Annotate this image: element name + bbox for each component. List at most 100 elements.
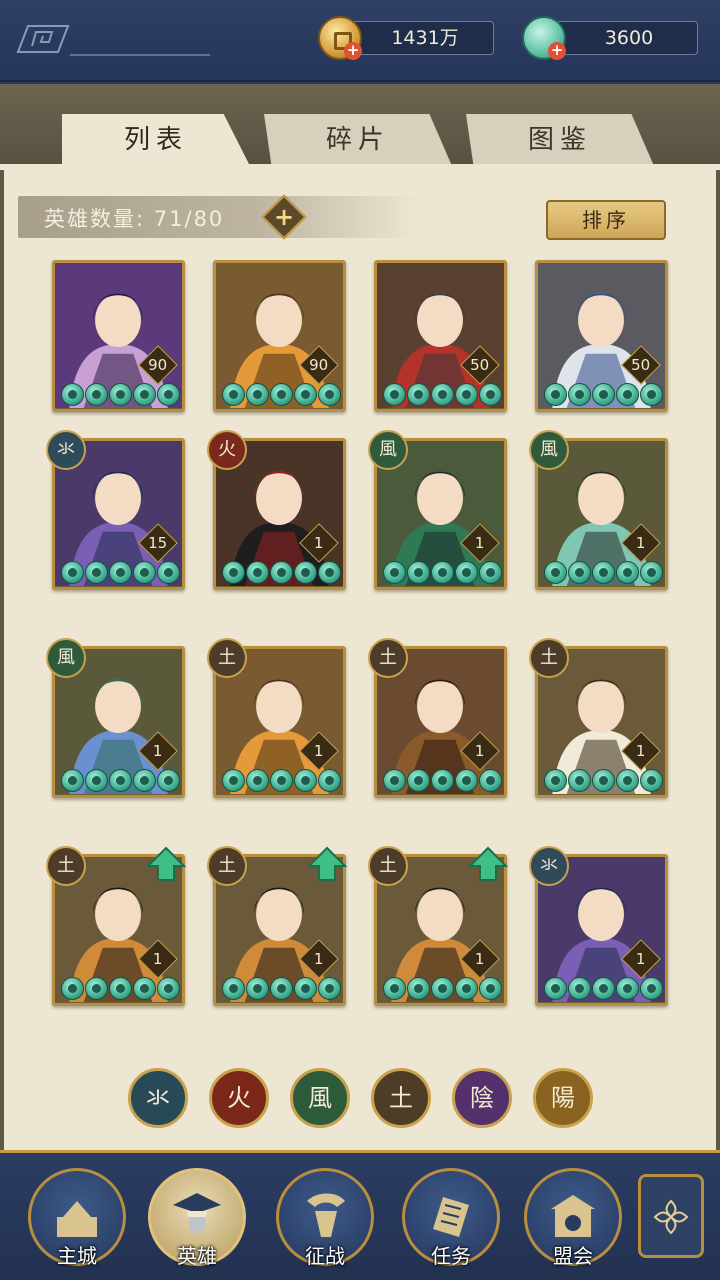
star-icon	[640, 769, 663, 792]
star-icon	[85, 769, 108, 792]
element-badge: 土	[207, 846, 247, 886]
sort-button[interactable]: 排序	[546, 200, 666, 240]
star-icon	[270, 769, 293, 792]
hero-level: 1	[474, 741, 485, 760]
star-icon	[246, 383, 269, 406]
hero-level: 90	[309, 355, 329, 374]
star-icon	[270, 561, 293, 584]
menu-ornament-icon	[16, 25, 70, 53]
element-filter-button[interactable]: 火	[209, 1068, 269, 1128]
add-coin-icon[interactable]: +	[344, 42, 362, 60]
star-icon	[157, 977, 180, 1000]
element-badge: 土	[368, 638, 408, 678]
star-icon	[85, 977, 108, 1000]
star-icon	[568, 561, 591, 584]
star-icon	[222, 561, 245, 584]
star-icon	[544, 561, 567, 584]
add-jade-icon[interactable]: +	[548, 42, 566, 60]
tab-list[interactable]: 列表	[62, 114, 250, 166]
star-icon	[133, 383, 156, 406]
star-icon	[616, 977, 639, 1000]
star-icon	[109, 383, 132, 406]
hero-level: 1	[313, 533, 324, 552]
hero-star-row	[61, 383, 181, 407]
hero-level: 1	[313, 949, 324, 968]
star-icon	[431, 383, 454, 406]
element-filter-button[interactable]: 風	[290, 1068, 350, 1128]
hero-star-row	[222, 561, 342, 585]
copper-coin-counter[interactable]: + 1431万	[318, 16, 498, 60]
nav-label: 英雄	[177, 1244, 217, 1268]
star-icon	[544, 977, 567, 1000]
more-menu-button[interactable]	[638, 1174, 704, 1258]
hero-star-row	[61, 977, 181, 1001]
top-bar: + 1431万 + 3600	[0, 0, 720, 82]
star-icon	[544, 383, 567, 406]
element-filter-button[interactable]: 陰	[452, 1068, 512, 1128]
hero-count-value: 71/80	[153, 207, 225, 231]
upgrade-arrow-icon	[145, 846, 187, 882]
element-filter-button[interactable]: 氺	[128, 1068, 188, 1128]
hero-star-row	[544, 383, 664, 407]
star-icon	[640, 977, 663, 1000]
hero-card[interactable]: 50	[374, 260, 507, 412]
tab-fragments[interactable]: 碎片	[264, 114, 452, 166]
star-icon	[383, 977, 406, 1000]
star-icon	[222, 769, 245, 792]
star-icon	[318, 769, 341, 792]
star-icon	[568, 977, 591, 1000]
star-icon	[246, 561, 269, 584]
star-icon	[61, 769, 84, 792]
hero-star-row	[222, 383, 342, 407]
plus-icon: +	[273, 203, 295, 231]
jade-counter[interactable]: + 3600	[522, 16, 702, 60]
tab-underline	[0, 164, 720, 170]
star-icon	[407, 769, 430, 792]
hero-count-label: 英雄数量:	[44, 207, 146, 231]
star-icon	[592, 383, 615, 406]
star-icon	[479, 383, 502, 406]
quest-icon	[433, 1197, 469, 1237]
hero-icon	[173, 1193, 221, 1234]
hero-count: 英雄数量: 71/80	[44, 203, 224, 233]
element-filter-button[interactable]: 陽	[533, 1068, 593, 1128]
battle-icon	[307, 1193, 345, 1237]
star-icon	[431, 977, 454, 1000]
nav-label: 征战	[305, 1244, 345, 1268]
star-icon	[407, 383, 430, 406]
castle-icon	[57, 1201, 97, 1237]
star-icon	[383, 561, 406, 584]
star-icon	[157, 769, 180, 792]
element-filter-button[interactable]: 土	[371, 1068, 431, 1128]
divider	[70, 54, 210, 56]
star-icon	[592, 561, 615, 584]
star-icon	[61, 977, 84, 1000]
hero-star-row	[61, 561, 181, 585]
hero-star-row	[544, 769, 664, 793]
hero-level: 90	[148, 355, 168, 374]
element-badge: 氺	[46, 430, 86, 470]
element-badge: 風	[368, 430, 408, 470]
element-badge: 火	[207, 430, 247, 470]
element-badge: 土	[207, 638, 247, 678]
star-icon	[407, 977, 430, 1000]
nav-label: 任务	[431, 1244, 471, 1268]
flower-menu-icon	[653, 1199, 689, 1235]
star-icon	[479, 561, 502, 584]
element-badge: 土	[529, 638, 569, 678]
hero-card[interactable]: 50	[535, 260, 668, 412]
star-icon	[318, 561, 341, 584]
tab-codex[interactable]: 图鉴	[466, 114, 654, 166]
hero-card[interactable]: 90	[213, 260, 346, 412]
hero-level: 50	[470, 355, 490, 374]
star-icon	[222, 383, 245, 406]
hero-star-row	[383, 977, 503, 1001]
star-icon	[109, 977, 132, 1000]
element-badge: 土	[46, 846, 86, 886]
element-badge: 氺	[529, 846, 569, 886]
hero-card[interactable]: 90	[52, 260, 185, 412]
star-icon	[294, 561, 317, 584]
hero-star-row	[61, 769, 181, 793]
star-icon	[61, 561, 84, 584]
upgrade-arrow-icon	[306, 846, 348, 882]
